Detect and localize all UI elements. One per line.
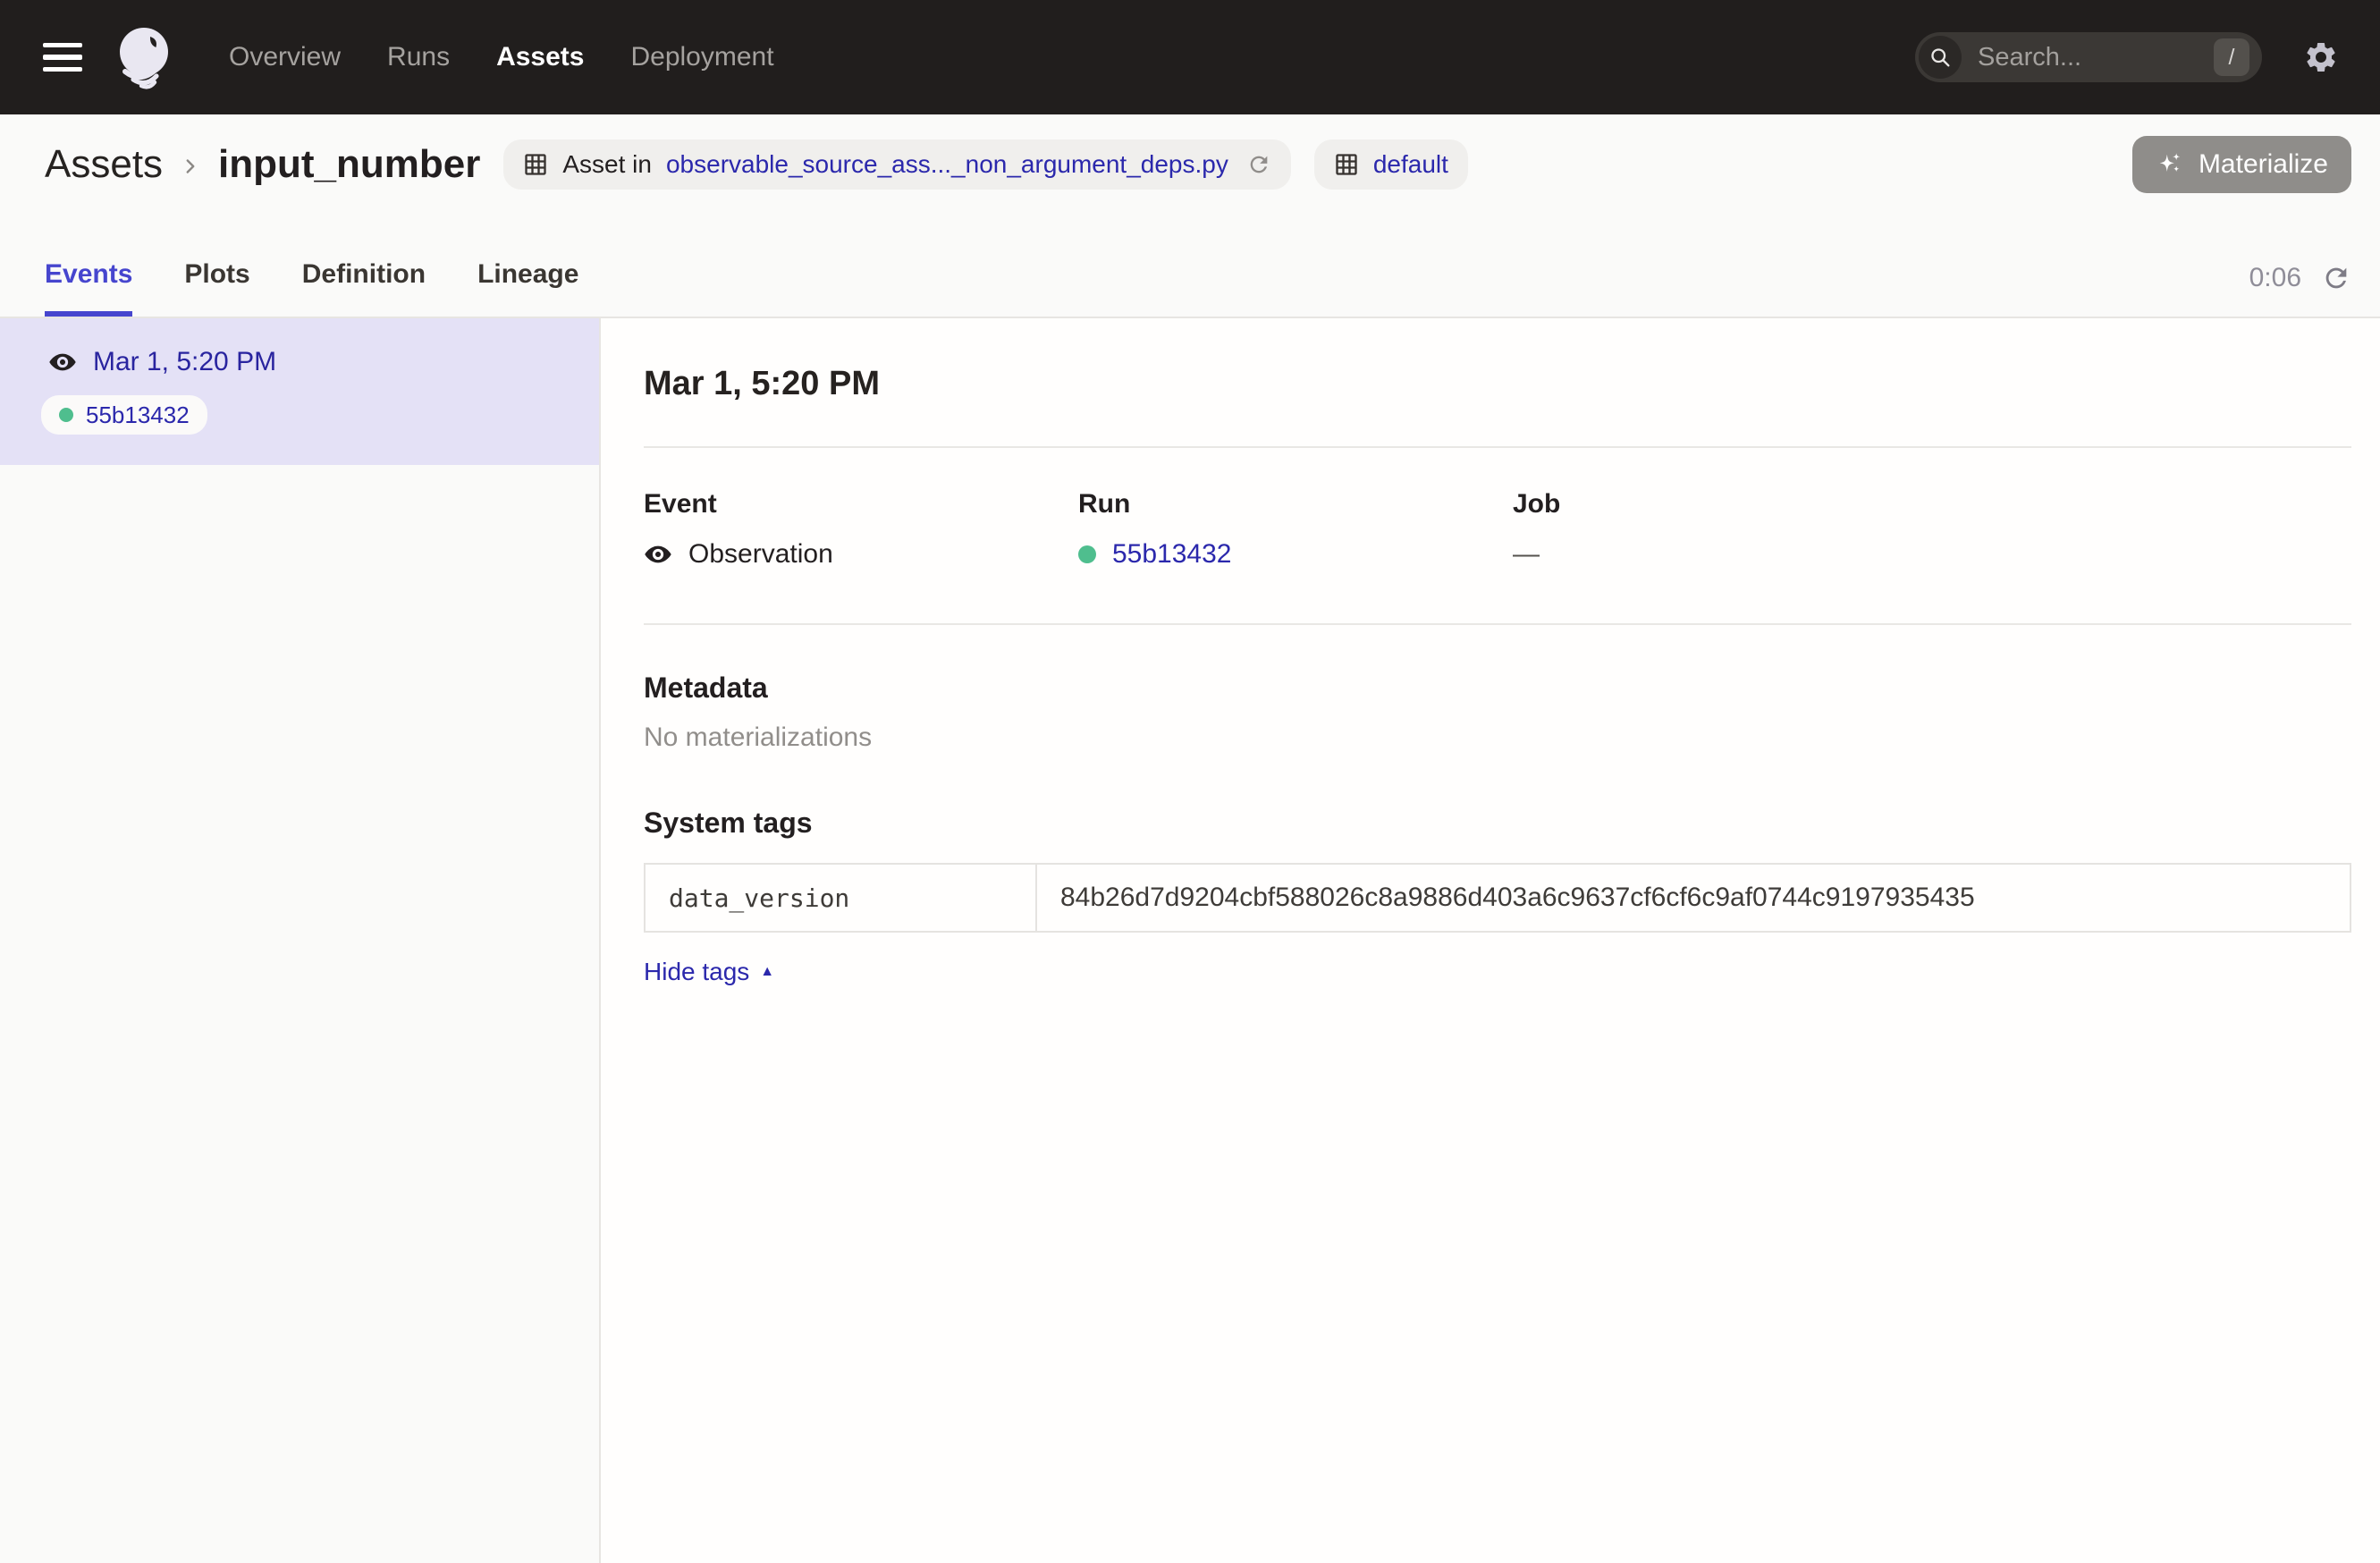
nav-deployment[interactable]: Deployment — [630, 42, 773, 72]
search-input[interactable]: Search... / — [1915, 32, 2262, 82]
sparkle-icon — [2156, 150, 2184, 179]
reload-definitions-icon[interactable] — [1246, 152, 1271, 177]
refresh-icon[interactable] — [2321, 263, 2351, 293]
nav-runs[interactable]: Runs — [387, 42, 450, 72]
nav-overview[interactable]: Overview — [229, 42, 341, 72]
tab-events[interactable]: Events — [45, 259, 132, 317]
tab-definition[interactable]: Definition — [302, 259, 426, 317]
repo-pill: default — [1314, 139, 1468, 190]
run-status-dot — [59, 408, 73, 422]
materialize-label: Materialize — [2199, 149, 2328, 180]
hide-tags-label: Hide tags — [644, 958, 749, 986]
metadata-empty-text: No materializations — [644, 722, 2351, 753]
hamburger-menu-button[interactable] — [43, 43, 82, 72]
event-detail-title: Mar 1, 5:20 PM — [644, 365, 2351, 403]
event-detail-panel: Mar 1, 5:20 PM Event Observation Run — [601, 318, 2380, 1563]
repo-grid-icon — [1334, 152, 1359, 177]
gear-icon[interactable] — [2303, 39, 2339, 75]
run-column-header: Run — [1078, 489, 1513, 520]
tab-lineage[interactable]: Lineage — [477, 259, 578, 317]
breadcrumb: Assets input_number — [45, 142, 480, 187]
main-nav: Overview Runs Assets Deployment — [229, 42, 774, 72]
search-placeholder: Search... — [1978, 43, 2214, 72]
content-area: Mar 1, 5:20 PM 55b13432 Mar 1, 5:20 PM E… — [0, 318, 2380, 1563]
materialize-button[interactable]: Materialize — [2132, 136, 2351, 193]
asset-file-link[interactable]: observable_source_ass..._non_argument_de… — [666, 150, 1228, 179]
search-shortcut-badge: / — [2214, 38, 2249, 76]
divider — [644, 623, 2351, 625]
event-type-label: Observation — [688, 539, 833, 570]
divider — [644, 446, 2351, 448]
observation-eye-icon — [644, 540, 672, 569]
breadcrumb-assets-link[interactable]: Assets — [45, 142, 163, 187]
event-timestamp-link[interactable]: Mar 1, 5:20 PM — [93, 347, 276, 377]
event-column-header: Event — [644, 489, 1078, 520]
dagster-logo-icon[interactable] — [109, 21, 181, 93]
run-column: Run 55b13432 — [1078, 489, 1513, 570]
job-empty-value: — — [1513, 539, 1540, 570]
table-icon — [523, 152, 548, 177]
breadcrumb-chevron-icon — [179, 155, 202, 178]
navbar-right: Search... / — [1915, 32, 2339, 82]
hide-tags-link[interactable]: Hide tags ▲ — [644, 958, 774, 986]
run-status-dot — [1078, 545, 1096, 563]
event-list-sidebar: Mar 1, 5:20 PM 55b13432 — [0, 318, 601, 1563]
run-id-badge[interactable]: 55b13432 — [41, 395, 207, 435]
tabs-row: Events Plots Definition Lineage 0:06 — [0, 215, 2380, 318]
page-header: Assets input_number Asset in observable_… — [0, 114, 2380, 215]
event-column: Event Observation — [644, 489, 1078, 570]
run-id-link[interactable]: 55b13432 — [1112, 539, 1231, 570]
tab-plots[interactable]: Plots — [184, 259, 249, 317]
observation-eye-icon — [48, 348, 77, 376]
system-tags-table: data_version 84b26d7d9204cbf588026c8a988… — [644, 863, 2351, 933]
tag-value-cell: 84b26d7d9204cbf588026c8a9886d403a6c9637c… — [1036, 864, 2350, 932]
asset-definition-pill: Asset in observable_source_ass..._non_ar… — [503, 139, 1290, 190]
top-navbar: Overview Runs Assets Deployment Search..… — [0, 0, 2380, 114]
job-column-header: Job — [1513, 489, 1947, 520]
system-tags-heading: System tags — [644, 807, 2351, 840]
refresh-countdown: 0:06 — [2249, 263, 2301, 293]
asset-name-title: input_number — [218, 142, 480, 187]
run-id-label: 55b13432 — [86, 401, 190, 429]
asset-in-label: Asset in — [562, 150, 652, 179]
event-summary-columns: Event Observation Run 55b13432 — [644, 489, 2351, 570]
search-icon — [1919, 36, 1962, 79]
event-list-item[interactable]: Mar 1, 5:20 PM 55b13432 — [0, 318, 599, 465]
repo-link[interactable]: default — [1373, 150, 1448, 179]
auto-refresh-control: 0:06 — [2249, 263, 2351, 317]
app-root: Overview Runs Assets Deployment Search..… — [0, 0, 2380, 1563]
caret-up-icon: ▲ — [760, 965, 774, 979]
nav-assets[interactable]: Assets — [496, 42, 584, 72]
job-column: Job — — [1513, 489, 1947, 570]
table-row: data_version 84b26d7d9204cbf588026c8a988… — [645, 864, 2350, 932]
metadata-heading: Metadata — [644, 672, 2351, 705]
tag-key-cell: data_version — [645, 864, 1036, 932]
